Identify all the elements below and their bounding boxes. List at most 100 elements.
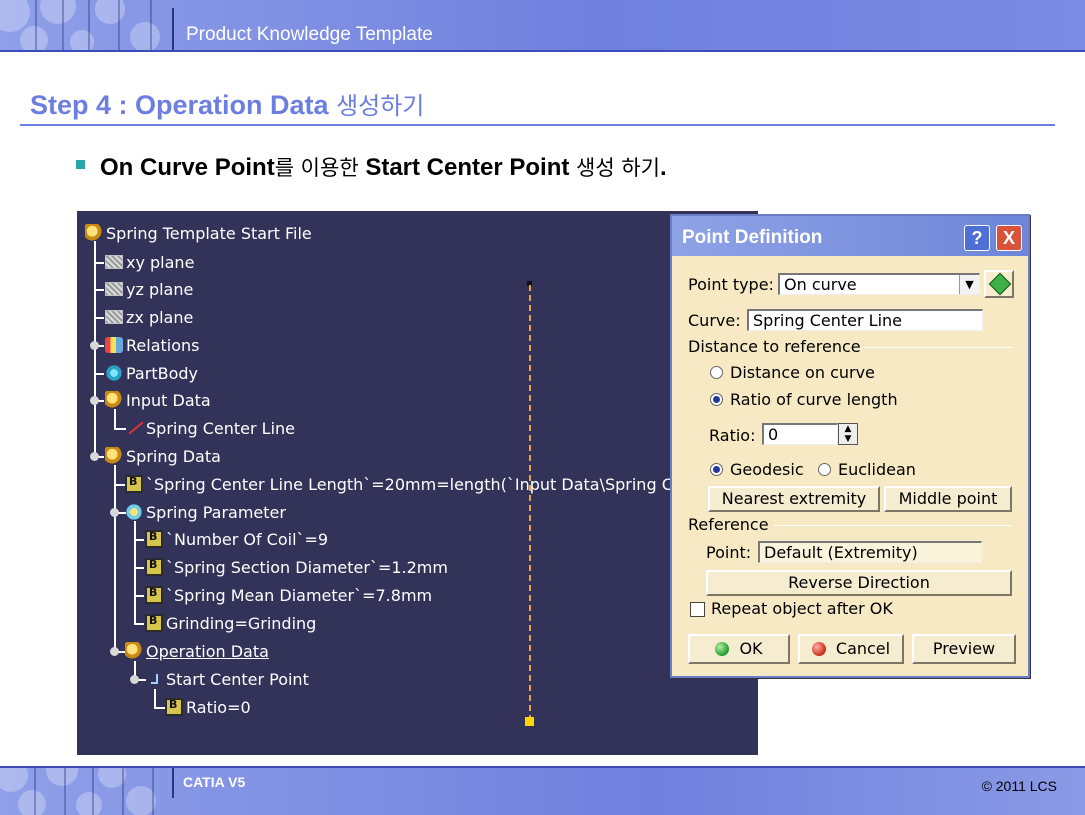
tree-connector (154, 689, 156, 709)
euclidean-radio[interactable] (818, 463, 831, 476)
point-label: Point: (706, 543, 752, 562)
tree-node-grinding[interactable]: Grinding=Grinding (145, 612, 316, 634)
tree-node-label: yz plane (126, 279, 194, 299)
tree-node-label: Input Data (126, 390, 211, 410)
curve-label: Curve: (688, 311, 741, 330)
tree-node-mean-diameter[interactable]: `Spring Mean Diameter`=7.8mm (145, 584, 432, 606)
cancel-button[interactable]: Cancel (798, 634, 904, 664)
geometrical-set-icon (105, 447, 123, 465)
bullet-part4: 생성 하기 (569, 156, 660, 180)
tree-node-spring-parameter[interactable]: Spring Parameter (125, 501, 286, 523)
specification-tree: Spring Template Start File xy plane yz p… (77, 211, 758, 755)
parameter-icon (145, 614, 163, 632)
help-icon[interactable]: ? (964, 225, 990, 251)
close-icon[interactable]: X (996, 225, 1022, 251)
collapse-toggle[interactable] (130, 675, 139, 684)
distance-on-curve-radio[interactable] (710, 366, 723, 379)
dialog-titlebar[interactable]: Point Definition ? X (672, 216, 1028, 256)
tree-connector (94, 241, 96, 459)
bullet-part1: On Curve Point (100, 154, 275, 181)
document-icon (85, 224, 103, 242)
tree-node-start-center-point[interactable]: Start Center Point (145, 668, 309, 690)
reverse-direction-button[interactable]: Reverse Direction (706, 570, 1012, 596)
collapse-toggle[interactable] (110, 647, 119, 656)
dialog-title: Point Definition (682, 227, 823, 248)
ratio-of-curve-length-radio[interactable] (710, 393, 723, 406)
curve-field[interactable]: Spring Center Line (747, 309, 983, 331)
collapse-toggle[interactable] (90, 452, 99, 461)
ratio-of-curve-length-label: Ratio of curve length (730, 390, 898, 409)
geodesic-label: Geodesic (730, 460, 804, 479)
step-title-ko: 생성하기 (336, 92, 425, 120)
tree-node-number-of-coil[interactable]: `Number Of Coil`=9 (145, 528, 328, 550)
title-rule (20, 124, 1055, 126)
tree-node-root[interactable]: Spring Template Start File (85, 222, 312, 244)
bullet-text: On Curve Point를 이용한 Start Center Point 생… (100, 152, 667, 182)
reference-point-field[interactable]: Default (Extremity) (758, 541, 982, 563)
tree-node-ratio[interactable]: Ratio=0 (165, 696, 251, 718)
point-type-label: Point type: (688, 275, 774, 294)
tree-node-spring-data[interactable]: Spring Data (105, 445, 221, 467)
tree-node-label: `Spring Center Line Length`=20mm=length(… (146, 474, 709, 494)
point-type-select[interactable]: On curve ▼ (778, 273, 980, 295)
header-divider (172, 8, 174, 50)
point-definition-dialog: Point Definition ? X Point type: On curv… (670, 214, 1030, 678)
footer-divider (172, 768, 174, 798)
tree-node-label: `Spring Section Diameter`=1.2mm (166, 557, 448, 577)
chevron-down-icon[interactable]: ▼ (959, 275, 979, 294)
tree-node-yz-plane[interactable]: yz plane (105, 278, 193, 300)
bullet-part2: 를 이용한 (274, 156, 366, 180)
tree-node-zx-plane[interactable]: zx plane (105, 306, 193, 328)
middle-point-button[interactable]: Middle point (884, 486, 1012, 512)
tree-node-label: `Number Of Coil`=9 (166, 529, 329, 549)
tree-connector (134, 521, 136, 625)
point-type-picker-icon[interactable] (984, 270, 1014, 298)
section-divider (862, 347, 1012, 348)
cancel-label: Cancel (835, 639, 891, 658)
tree-node-length-formula[interactable]: `Spring Center Line Length`=20mm=length(… (125, 473, 709, 495)
repeat-object-checkbox[interactable] (690, 602, 705, 617)
catia-viewport: Spring Template Start File xy plane yz p… (77, 211, 758, 755)
ok-status-icon (715, 642, 730, 656)
nearest-extremity-button[interactable]: Nearest extremity (708, 486, 880, 512)
repeat-object-label: Repeat object after OK (711, 599, 893, 618)
tree-node-label: Spring Parameter (146, 502, 286, 522)
header-rule (0, 50, 1085, 52)
tree-node-relations[interactable]: Relations (105, 334, 199, 356)
ratio-spinner[interactable]: ▲ ▼ (838, 423, 858, 445)
expand-toggle[interactable] (90, 341, 99, 350)
point-icon (145, 670, 163, 688)
spring-center-line-geometry[interactable] (529, 285, 531, 721)
point-type-value: On curve (784, 275, 857, 294)
tree-node-label: Grinding=Grinding (166, 613, 317, 633)
footer-copyright: © 2011 LCS (981, 778, 1057, 794)
parameter-icon (145, 530, 163, 548)
relations-icon (105, 337, 123, 353)
tree-node-input-data[interactable]: Input Data (105, 389, 211, 411)
euclidean-label: Euclidean (838, 460, 916, 479)
tree-node-label: Operation Data (146, 641, 269, 661)
collapse-toggle[interactable] (90, 396, 99, 405)
partbody-icon (105, 364, 123, 382)
geodesic-radio[interactable] (710, 463, 723, 476)
preview-button[interactable]: Preview (912, 634, 1016, 664)
plane-icon (105, 255, 123, 269)
parameter-icon (165, 698, 183, 716)
ratio-label: Ratio: (709, 426, 756, 445)
ok-button[interactable]: OK (688, 634, 790, 664)
tree-node-spring-center-line[interactable]: Spring Center Line (125, 417, 295, 439)
tree-node-operation-data[interactable]: Operation Data (125, 640, 269, 662)
tree-node-label: xy plane (126, 252, 195, 272)
distance-section-label: Distance to reference (688, 337, 861, 356)
tree-node-label: Spring Center Line (146, 418, 295, 438)
cancel-status-icon (811, 642, 826, 656)
collapse-toggle[interactable] (110, 508, 119, 517)
bullet-part5: . (660, 154, 667, 181)
tree-node-xy-plane[interactable]: xy plane (105, 251, 194, 273)
curve-end-point-marker[interactable] (525, 717, 534, 726)
tree-node-partbody[interactable]: PartBody (105, 362, 198, 384)
distance-on-curve-label: Distance on curve (730, 363, 875, 382)
tree-node-label: Ratio=0 (186, 697, 251, 717)
tree-node-section-diameter[interactable]: `Spring Section Diameter`=1.2mm (145, 556, 448, 578)
ratio-input[interactable]: 0 (762, 423, 838, 445)
